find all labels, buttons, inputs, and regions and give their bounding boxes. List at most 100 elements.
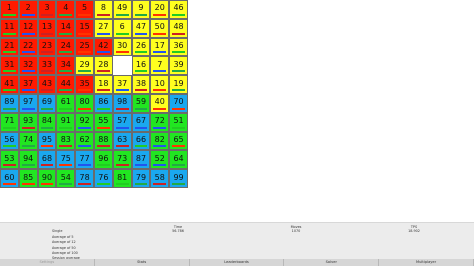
puzzle-tile[interactable]: 17 xyxy=(150,37,170,57)
puzzle-tile[interactable]: 37 xyxy=(112,75,132,94)
puzzle-tile[interactable]: 90 xyxy=(37,169,57,188)
puzzle-tile[interactable]: 80 xyxy=(75,93,94,113)
puzzle-tile[interactable]: 21 xyxy=(0,37,19,57)
puzzle-tile[interactable]: 4 xyxy=(56,0,76,19)
tab-multiplayer[interactable]: Multiplayer xyxy=(379,259,474,266)
puzzle-tile[interactable]: 38 xyxy=(131,75,151,94)
puzzle-tile[interactable]: 56 xyxy=(0,131,19,151)
puzzle-tile[interactable]: 63 xyxy=(112,131,132,151)
tab-leaderboards[interactable]: Leaderboards xyxy=(190,259,285,266)
puzzle-tile[interactable]: 11 xyxy=(0,18,19,38)
puzzle-tile[interactable]: 48 xyxy=(169,18,188,38)
puzzle-tile[interactable]: 69 xyxy=(37,93,57,113)
puzzle-tile[interactable]: 10 xyxy=(150,75,170,94)
puzzle-tile[interactable]: 74 xyxy=(18,131,38,151)
puzzle-tile[interactable]: 76 xyxy=(93,169,113,188)
puzzle-tile[interactable]: 31 xyxy=(0,56,19,76)
puzzle-board[interactable]: 1 2 3 4 5 8 49 9 20 46 11 12 13 14 15 27 6 47 50 48 21 22 23 24… xyxy=(0,0,188,188)
puzzle-tile[interactable]: 64 xyxy=(169,150,188,170)
puzzle-tile[interactable]: 52 xyxy=(150,150,170,170)
puzzle-tile[interactable]: 5 xyxy=(75,0,94,19)
puzzle-tile[interactable]: 25 xyxy=(75,37,94,57)
puzzle-tile[interactable]: 67 xyxy=(131,112,151,132)
puzzle-tile[interactable]: 13 xyxy=(37,18,57,38)
puzzle-tile[interactable]: 30 xyxy=(112,37,132,57)
puzzle-tile[interactable]: 95 xyxy=(37,131,57,151)
puzzle-tile[interactable]: 93 xyxy=(18,112,38,132)
puzzle-tile[interactable]: 27 xyxy=(93,18,113,38)
puzzle-tile[interactable]: 40 xyxy=(150,93,170,113)
puzzle-tile[interactable]: 28 xyxy=(93,56,113,76)
puzzle-tile[interactable]: 44 xyxy=(56,75,76,94)
puzzle-tile[interactable]: 8 xyxy=(93,0,113,19)
puzzle-tile[interactable]: 91 xyxy=(56,112,76,132)
puzzle-tile[interactable]: 6 xyxy=(112,18,132,38)
puzzle-tile[interactable]: 61 xyxy=(56,93,76,113)
puzzle-tile[interactable]: 65 xyxy=(169,131,188,151)
puzzle-tile[interactable]: 32 xyxy=(18,56,38,76)
puzzle-tile[interactable]: 88 xyxy=(93,131,113,151)
puzzle-tile[interactable]: 36 xyxy=(169,37,188,57)
puzzle-tile[interactable]: 71 xyxy=(0,112,19,132)
puzzle-tile[interactable]: 14 xyxy=(56,18,76,38)
empty-slot[interactable] xyxy=(112,56,132,76)
puzzle-tile[interactable]: 62 xyxy=(75,131,94,151)
puzzle-tile[interactable]: 77 xyxy=(75,150,94,170)
puzzle-tile[interactable]: 98 xyxy=(112,93,132,113)
puzzle-tile[interactable]: 86 xyxy=(93,93,113,113)
puzzle-tile[interactable]: 57 xyxy=(112,112,132,132)
puzzle-tile[interactable]: 1 xyxy=(0,0,19,19)
puzzle-tile[interactable]: 18 xyxy=(93,75,113,94)
puzzle-tile[interactable]: 41 xyxy=(0,75,19,94)
puzzle-tile[interactable]: 94 xyxy=(18,150,38,170)
puzzle-tile[interactable]: 12 xyxy=(18,18,38,38)
puzzle-tile[interactable]: 60 xyxy=(0,169,19,188)
puzzle-tile[interactable]: 87 xyxy=(131,150,151,170)
puzzle-tile[interactable]: 15 xyxy=(75,18,94,38)
puzzle-tile[interactable]: 43 xyxy=(37,75,57,94)
puzzle-tile[interactable]: 19 xyxy=(169,75,188,94)
puzzle-tile[interactable]: 49 xyxy=(112,0,132,19)
puzzle-tile[interactable]: 23 xyxy=(37,37,57,57)
puzzle-tile[interactable]: 75 xyxy=(56,150,76,170)
puzzle-tile[interactable]: 68 xyxy=(37,150,57,170)
puzzle-tile[interactable]: 16 xyxy=(131,56,151,76)
puzzle-tile[interactable]: 35 xyxy=(75,75,94,94)
puzzle-tile[interactable]: 55 xyxy=(93,112,113,132)
puzzle-tile[interactable]: 83 xyxy=(56,131,76,151)
puzzle-tile[interactable]: 54 xyxy=(56,169,76,188)
puzzle-tile[interactable]: 97 xyxy=(18,93,38,113)
puzzle-tile[interactable]: 89 xyxy=(0,93,19,113)
puzzle-tile[interactable]: 7 xyxy=(150,56,170,76)
puzzle-tile[interactable]: 37 xyxy=(18,75,38,94)
puzzle-tile[interactable]: 3 xyxy=(37,0,57,19)
puzzle-tile[interactable]: 72 xyxy=(150,112,170,132)
puzzle-tile[interactable]: 9 xyxy=(131,0,151,19)
puzzle-tile[interactable]: 92 xyxy=(75,112,94,132)
puzzle-tile[interactable]: 47 xyxy=(131,18,151,38)
puzzle-tile[interactable]: 24 xyxy=(56,37,76,57)
puzzle-tile[interactable]: 73 xyxy=(112,150,132,170)
puzzle-tile[interactable]: 42 xyxy=(93,37,113,57)
puzzle-tile[interactable]: 51 xyxy=(169,112,188,132)
tab-settings[interactable]: Settings xyxy=(0,259,95,266)
puzzle-tile[interactable]: 26 xyxy=(131,37,151,57)
puzzle-tile[interactable]: 34 xyxy=(56,56,76,76)
puzzle-tile[interactable]: 70 xyxy=(169,93,188,113)
puzzle-tile[interactable]: 85 xyxy=(18,169,38,188)
puzzle-tile[interactable]: 22 xyxy=(18,37,38,57)
puzzle-tile[interactable]: 39 xyxy=(169,56,188,76)
puzzle-tile[interactable]: 78 xyxy=(75,169,94,188)
puzzle-tile[interactable]: 82 xyxy=(150,131,170,151)
tab-solver[interactable]: Solver xyxy=(284,259,380,266)
puzzle-tile[interactable]: 66 xyxy=(131,131,151,151)
puzzle-tile[interactable]: 2 xyxy=(18,0,38,19)
puzzle-tile[interactable]: 33 xyxy=(37,56,57,76)
puzzle-tile[interactable]: 79 xyxy=(131,169,151,188)
puzzle-tile[interactable]: 20 xyxy=(150,0,170,19)
tab-stats[interactable]: Stats xyxy=(95,259,190,266)
puzzle-tile[interactable]: 53 xyxy=(0,150,19,170)
puzzle-tile[interactable]: 29 xyxy=(75,56,94,76)
puzzle-tile[interactable]: 59 xyxy=(131,93,151,113)
puzzle-tile[interactable]: 81 xyxy=(112,169,132,188)
